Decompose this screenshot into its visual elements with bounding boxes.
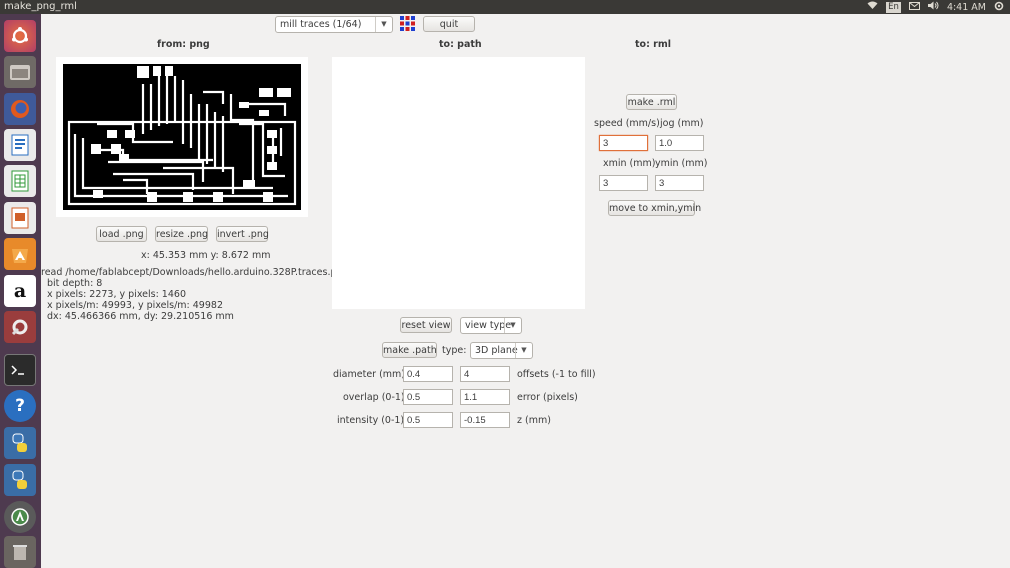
mail-icon[interactable] <box>908 1 920 13</box>
firefox-icon[interactable] <box>4 93 36 125</box>
system-tray: En 4:41 AM <box>867 0 1004 14</box>
clock[interactable]: 4:41 AM <box>947 2 986 13</box>
ymin-input[interactable] <box>655 175 704 191</box>
python-icon[interactable] <box>4 427 36 459</box>
keyboard-lang-icon[interactable]: En <box>886 1 901 13</box>
resize-png-button[interactable]: resize .png <box>155 226 208 242</box>
header-to-path: to: path <box>439 39 482 50</box>
make-path-button[interactable]: make .path <box>382 342 437 358</box>
type-label: type: <box>442 345 467 356</box>
ubuntu-dash-icon[interactable] <box>4 20 36 52</box>
update-manager-icon[interactable] <box>4 501 36 533</box>
help-icon[interactable]: ? <box>4 390 36 422</box>
overlap-label: overlap (0-1) <box>343 392 405 403</box>
calc-icon[interactable] <box>4 165 36 197</box>
terminal-icon[interactable] <box>4 354 36 386</box>
process-select-value: mill traces (1/64) <box>280 19 362 30</box>
fab-logo-icon <box>400 16 415 31</box>
header-from-png: from: png <box>157 39 210 50</box>
volume-icon[interactable] <box>927 1 939 13</box>
speed-label: speed (mm/s) <box>594 118 660 129</box>
view-type-select[interactable]: view type ▼ <box>460 317 522 334</box>
jog-input[interactable] <box>655 135 704 151</box>
info-line: x pixels: 2273, y pixels: 1460 <box>47 289 186 300</box>
invert-png-button[interactable]: invert .png <box>216 226 269 242</box>
diameter-label: diameter (mm) <box>333 369 406 380</box>
chevron-down-icon: ▼ <box>515 343 532 358</box>
error-input[interactable] <box>460 389 510 405</box>
overlap-input[interactable] <box>403 389 453 405</box>
trash-icon[interactable] <box>4 536 36 568</box>
app-window: mill traces (1/64) ▼ quit from: png to: … <box>41 14 1010 568</box>
chevron-down-icon: ▼ <box>375 17 392 32</box>
move-to-xmin-ymin-button[interactable]: move to xmin,ymin <box>608 200 701 216</box>
path-preview-canvas[interactable] <box>332 57 585 309</box>
offsets-input[interactable] <box>460 366 510 382</box>
cursor-coords: x: 45.353 mm y: 8.672 mm <box>141 250 271 261</box>
png-info-block: read /home/fablabcept/Downloads/hello.ar… <box>41 267 349 322</box>
info-line: read /home/fablabcept/Downloads/hello.ar… <box>41 267 349 278</box>
software-center-icon[interactable] <box>4 238 36 270</box>
info-line: dx: 45.466366 mm, dy: 29.210516 mm <box>47 311 234 322</box>
impress-icon[interactable] <box>4 202 36 234</box>
files-icon[interactable] <box>4 56 36 88</box>
intensity-input[interactable] <box>403 412 453 428</box>
path-type-select[interactable]: 3D plane ▼ <box>470 342 533 359</box>
settings-icon[interactable] <box>4 311 36 343</box>
top-panel: make_png_rml En 4:41 AM <box>0 0 1010 14</box>
pcb-traces-image <box>63 64 301 210</box>
error-label: error (pixels) <box>517 392 578 403</box>
quit-button[interactable]: quit <box>423 16 475 32</box>
jog-label: jog (mm) <box>660 118 704 129</box>
path-type-value: 3D plane <box>475 345 518 356</box>
power-gear-icon[interactable] <box>994 1 1004 14</box>
make-rml-button[interactable]: make .rml <box>626 94 677 110</box>
header-to-rml: to: rml <box>635 39 672 50</box>
xmin-input[interactable] <box>599 175 648 191</box>
diameter-input[interactable] <box>403 366 453 382</box>
offsets-label: offsets (-1 to fill) <box>517 369 596 380</box>
xmin-label: xmin (mm) <box>603 158 656 169</box>
load-png-button[interactable]: load .png <box>96 226 147 242</box>
chevron-down-icon: ▼ <box>504 318 521 333</box>
window-title: make_png_rml <box>4 1 77 12</box>
process-select[interactable]: mill traces (1/64) ▼ <box>275 16 393 33</box>
intensity-label: intensity (0-1) <box>337 415 405 426</box>
python-icon-2[interactable] <box>4 464 36 496</box>
info-line: bit depth: 8 <box>47 278 103 289</box>
png-preview-canvas[interactable] <box>56 57 308 217</box>
launcher: a ? <box>0 14 41 568</box>
ymin-label: ymin (mm) <box>655 158 708 169</box>
amazon-icon[interactable]: a <box>4 275 36 307</box>
info-line: x pixels/m: 49993, y pixels/m: 49982 <box>47 300 223 311</box>
z-input[interactable] <box>460 412 510 428</box>
wifi-icon[interactable] <box>867 1 878 13</box>
reset-view-button[interactable]: reset view <box>400 317 452 333</box>
z-label: z (mm) <box>517 415 551 426</box>
writer-icon[interactable] <box>4 129 36 161</box>
speed-input[interactable] <box>599 135 648 151</box>
